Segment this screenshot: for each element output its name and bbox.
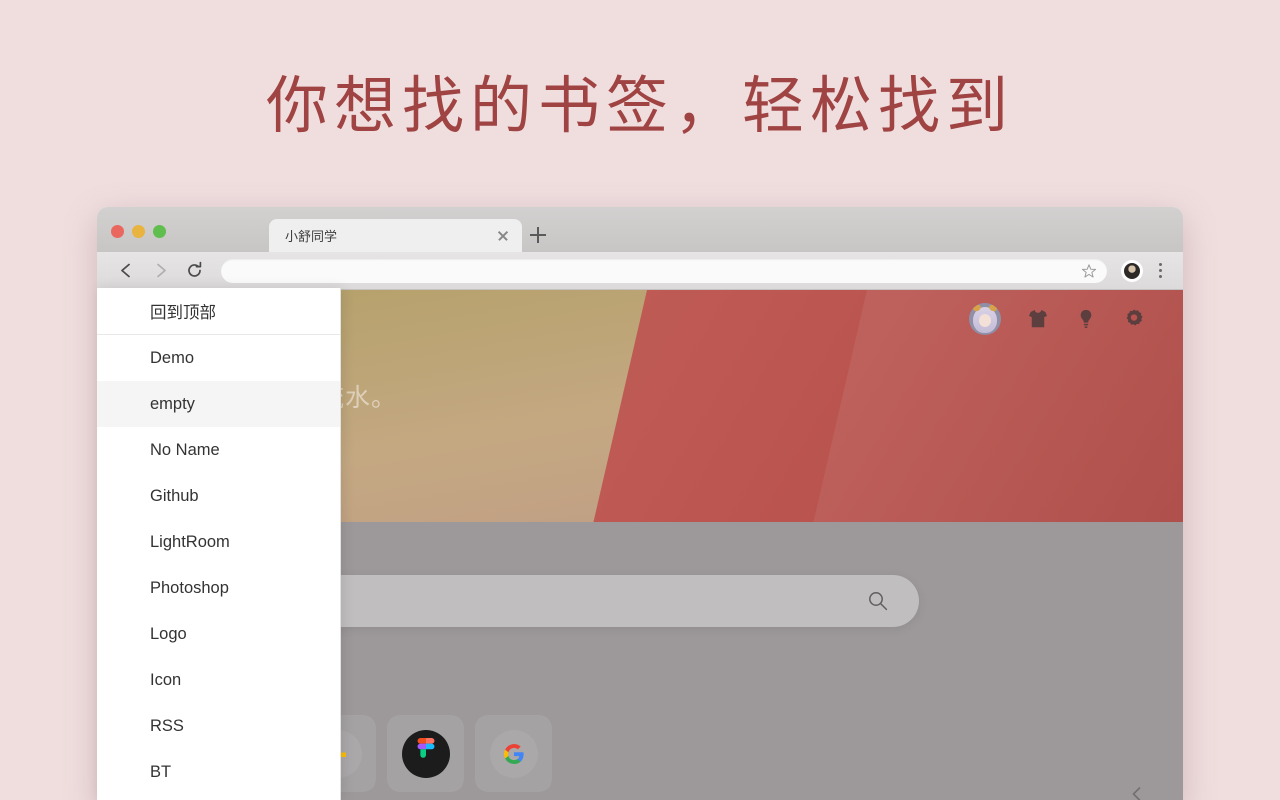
dropdown-item-lightroom[interactable]: LightRoom [97,519,340,565]
maximize-window-button[interactable] [153,225,166,238]
search-icon[interactable] [867,590,889,612]
figma-icon [401,729,450,778]
google-g-glyph [503,743,524,764]
google-icon [489,729,538,778]
close-window-button[interactable] [111,225,124,238]
back-button[interactable] [109,256,143,286]
profile-avatar[interactable] [1121,259,1143,282]
lightbulb-icon[interactable] [1075,307,1097,331]
tab-title: 小舒同学 [285,229,338,244]
browser-toolbar [97,252,1183,290]
tab-strip: 小舒同学 [97,207,1183,252]
dropdown-item-no-name[interactable]: No Name [97,427,340,473]
hero-toolbar [969,303,1145,335]
dropdown-item-bt[interactable]: BT [97,749,340,795]
avatar-image [1124,262,1140,279]
reload-button[interactable] [177,256,211,286]
arrow-left-icon [120,263,130,278]
dropdown-item-back-to-top[interactable]: 回到顶部 [97,288,340,334]
dropdown-item-github[interactable]: Github [97,473,340,519]
page-title: 你想找的书签，轻松找到 [265,72,1014,141]
new-tab-button[interactable] [527,224,549,246]
tile-icon-box [475,715,552,792]
dropdown-item-rss[interactable]: RSS [97,703,340,749]
dropdown-item-demo[interactable]: Demo [97,335,340,381]
previous-page-chevron-icon[interactable] [1129,786,1145,800]
kebab-dot [1158,275,1162,278]
dropdown-item-logo[interactable]: Logo [97,611,340,657]
bookmark-star-icon[interactable] [1081,263,1097,279]
user-avatar[interactable] [969,303,1001,335]
bookmark-dropdown-menu: 回到顶部 Demo empty No Name Github LightRoom… [97,288,341,800]
browser-tab[interactable]: 小舒同学 [269,219,522,252]
tile-icon-box [387,715,464,792]
browser-menu-button[interactable] [1149,258,1171,284]
gear-icon[interactable] [1123,307,1145,331]
kebab-dot [1158,263,1162,266]
dropdown-item-empty[interactable]: empty [97,381,340,427]
window-controls [111,225,166,238]
forward-button[interactable] [143,256,177,286]
arrow-right-icon [156,263,166,278]
dropdown-item-icon[interactable]: Icon [97,657,340,703]
kebab-dot [1158,269,1162,272]
tshirt-icon[interactable] [1027,307,1049,331]
bookmark-tile[interactable]: Figma [387,715,464,800]
reload-icon [187,261,201,277]
avatar-face [979,314,991,327]
figma-glyph [417,737,434,758]
dropdown-item-photoshop[interactable]: Photoshop [97,565,340,611]
close-tab-icon[interactable] [494,227,512,245]
address-bar[interactable] [221,258,1107,283]
bookmark-tile[interactable]: Google [475,715,552,800]
minimize-window-button[interactable] [132,225,145,238]
